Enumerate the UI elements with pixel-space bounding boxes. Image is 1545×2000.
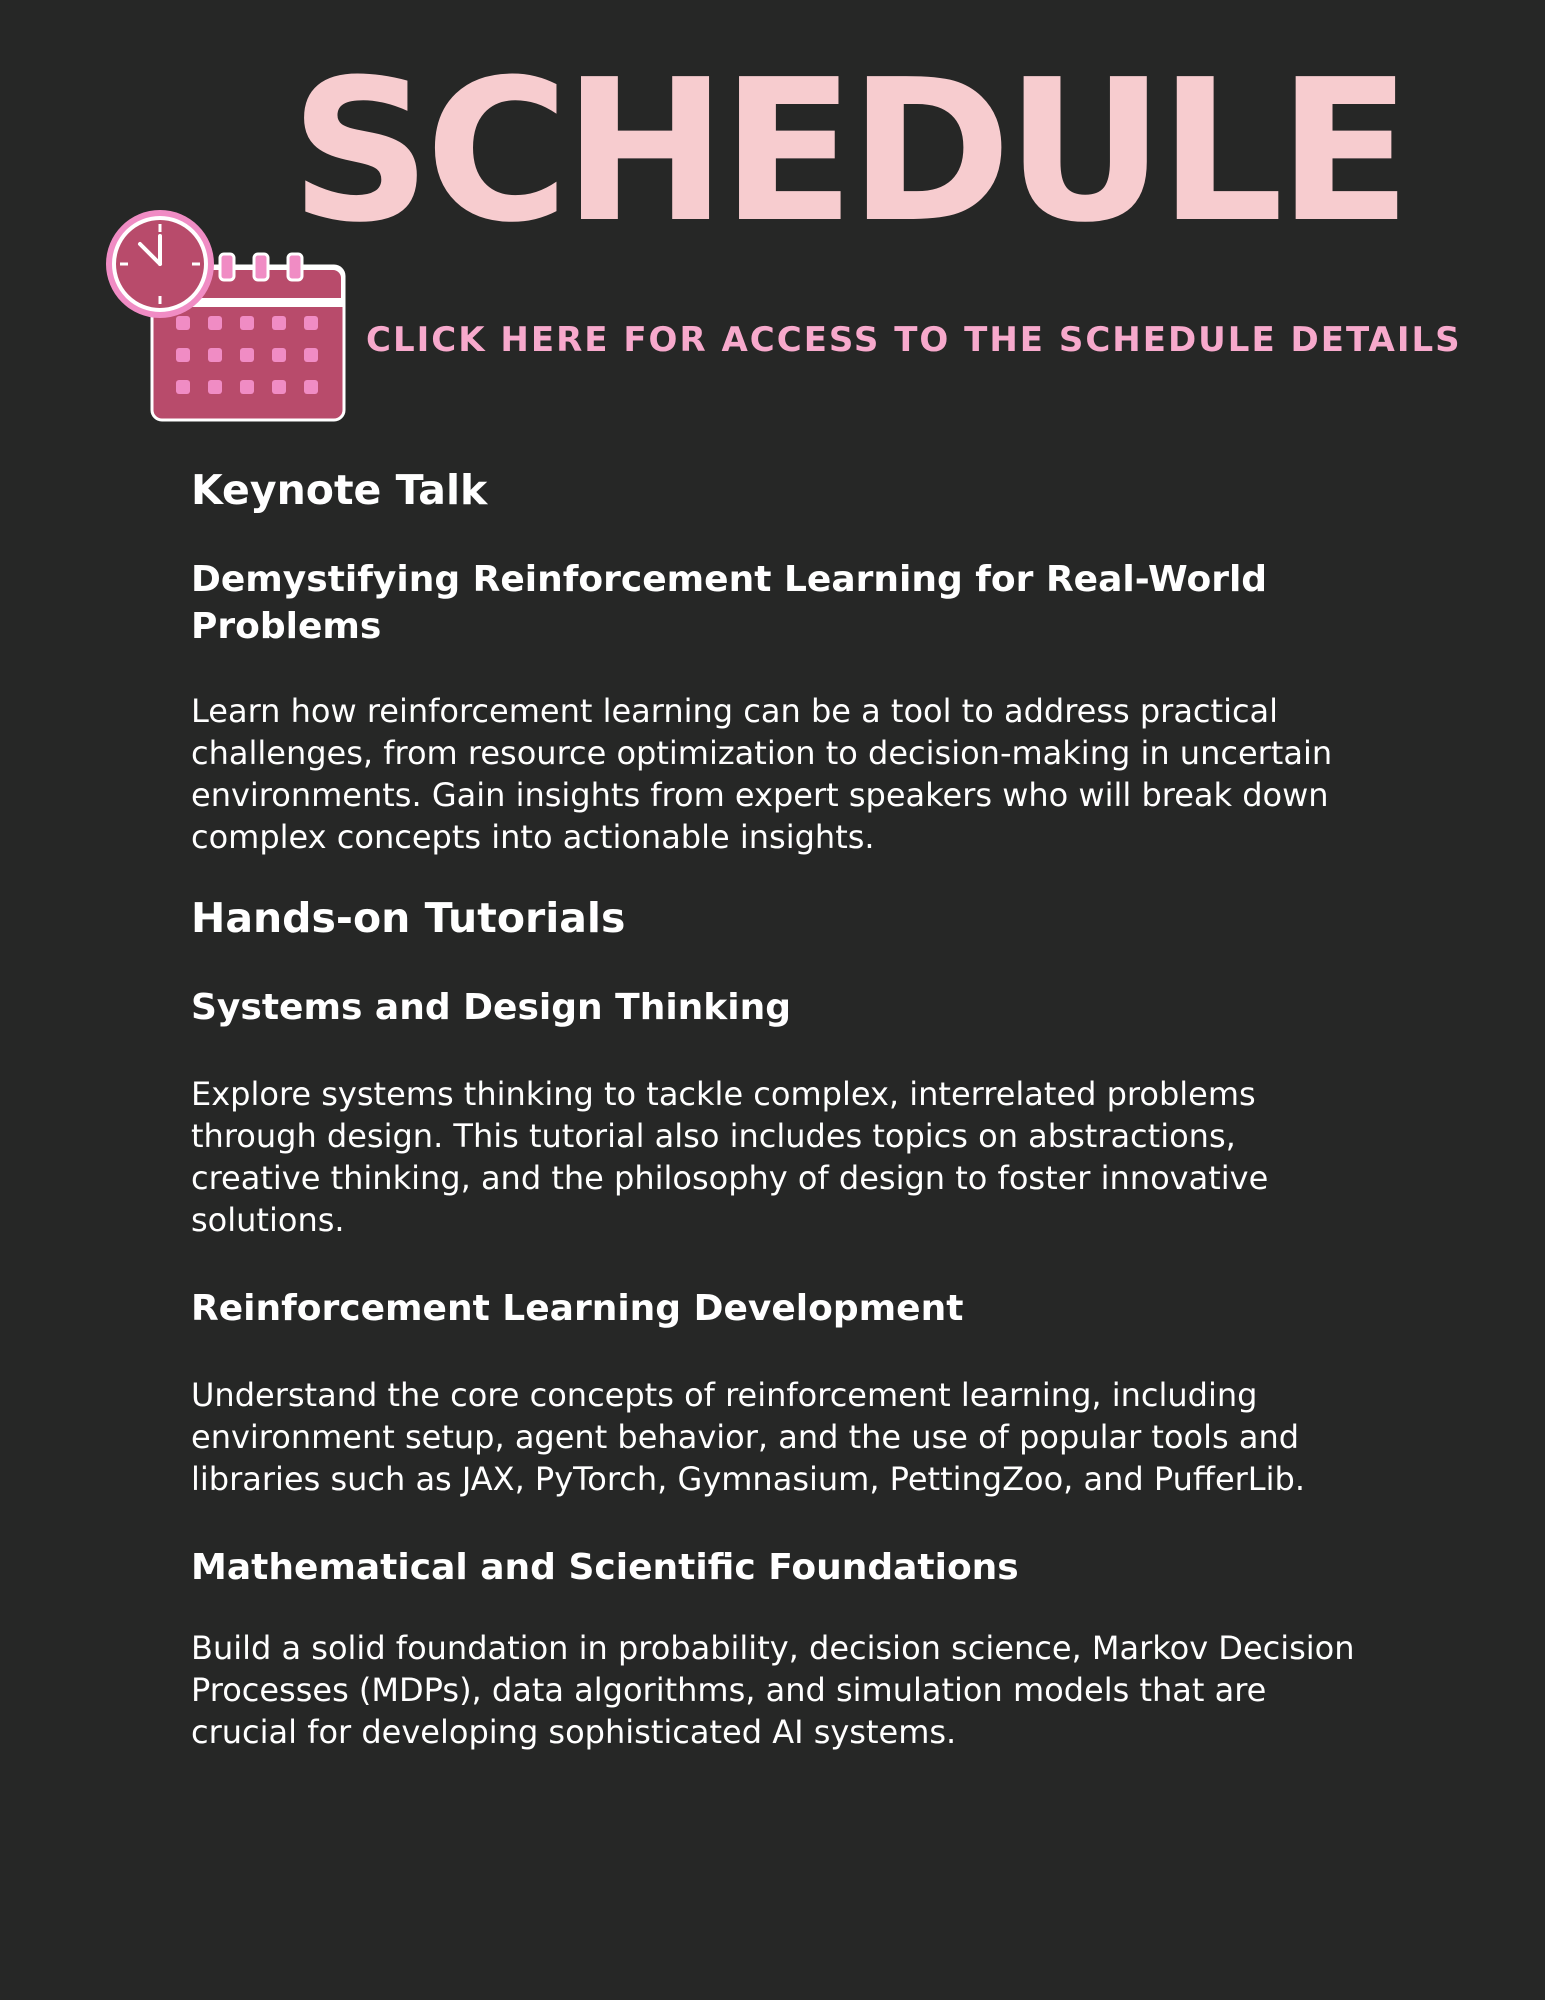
section-heading-keynote: Keynote Talk <box>191 466 488 514</box>
schedule-details-link[interactable]: CLICK HERE FOR ACCESS TO THE SCHEDULE DE… <box>366 318 1460 362</box>
item-title: Systems and Design Thinking <box>191 987 791 1028</box>
page-title: SCHEDULE <box>290 38 1412 266</box>
schedule-page: SCHEDULE CLICK HERE FOR ACCESS TO THE SC… <box>0 0 1545 2000</box>
item-title: Mathematical and Scientific Foundations <box>191 1547 1019 1588</box>
item-description: Understand the core concepts of reinforc… <box>191 1376 1305 1498</box>
item-title: Reinforcement Learning Development <box>191 1288 964 1329</box>
item-description: Build a solid foundation in probability,… <box>191 1629 1355 1751</box>
item-description: Explore systems thinking to tackle compl… <box>191 1075 1269 1239</box>
calendar-clock-icon <box>104 208 350 422</box>
section-heading-tutorials: Hands-on Tutorials <box>191 894 626 942</box>
schedule-content: Keynote Talk Demystifying Reinforcement … <box>191 460 1371 1753</box>
item-description: Learn how reinforcement learning can be … <box>191 692 1333 856</box>
item-title: Demystifying Reinforcement Learning for … <box>191 559 1268 647</box>
